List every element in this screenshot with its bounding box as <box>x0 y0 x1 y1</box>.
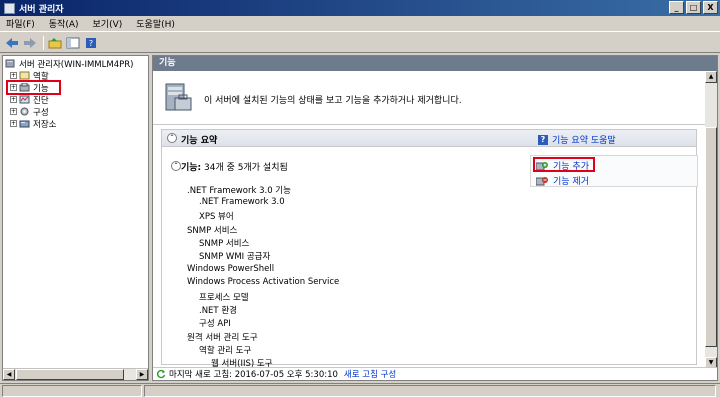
remove-features-link[interactable]: 기능 제거 <box>536 174 589 187</box>
window-controls: _ □ X <box>669 1 718 14</box>
page-title: 기능 <box>153 56 717 71</box>
features-summary-help-link[interactable]: ? 기능 요약 도움말 <box>538 133 616 146</box>
tree-item-diagnostics[interactable]: + 진단 <box>10 94 49 106</box>
refresh-icon[interactable] <box>156 369 166 379</box>
intro-text: 이 서버에 설치된 기능의 상태를 보고 기능을 추가하거나 제거합니다. <box>204 96 462 106</box>
tree-item-label: 구성 <box>33 107 49 118</box>
up-folder-button[interactable] <box>47 35 63 51</box>
close-button[interactable]: X <box>703 1 718 14</box>
tree-item-configuration[interactable]: + 구성 <box>10 106 49 118</box>
show-hide-tree-button[interactable] <box>65 35 81 51</box>
scroll-up-icon[interactable]: ▲ <box>705 71 717 83</box>
main-vertical-scrollbar[interactable]: ▲ ▼ <box>705 71 717 369</box>
help-button[interactable]: ? <box>83 35 99 51</box>
console-tree: 서버 관리자(WIN-IMMLM4PR) + 역할 + 기능 + 진단 + 구성… <box>2 55 149 381</box>
svg-text:?: ? <box>89 39 93 48</box>
scroll-right-icon[interactable]: ▶ <box>136 369 148 380</box>
menu-help[interactable]: 도움말(H) <box>136 17 175 30</box>
features-count-label: 기능: <box>181 163 202 173</box>
tree-item-label: 진단 <box>33 95 49 106</box>
features-count: 기능: 34개 중 5개가 설치됨 <box>181 160 288 173</box>
status-cell <box>2 385 142 397</box>
feature-item: SNMP 서비스 <box>199 239 250 249</box>
expand-icon[interactable]: + <box>10 108 17 115</box>
toolbar: ? <box>0 33 720 53</box>
tree-item-label: 저장소 <box>33 119 57 130</box>
feature-item: 구성 API <box>199 319 231 329</box>
help-link-label: 기능 요약 도움말 <box>552 136 616 146</box>
tree-root[interactable]: 서버 관리자(WIN-IMMLM4PR) <box>5 58 134 70</box>
tree-horizontal-scrollbar[interactable]: ◀ ▶ <box>3 368 148 380</box>
features-count-value: 34개 중 5개가 설치됨 <box>204 163 288 173</box>
help-icon: ? <box>538 134 548 145</box>
expand-icon[interactable]: + <box>10 96 17 103</box>
back-button[interactable] <box>4 35 20 51</box>
feature-item: SNMP WMI 공급자 <box>199 252 271 262</box>
scroll-thumb[interactable] <box>16 369 124 380</box>
features-summary-section: ⌃ 기능 요약 ? 기능 요약 도움말 ⌃ 기능: 34개 중 5개가 설치됨 … <box>161 129 698 369</box>
configure-refresh-link[interactable]: 새로 고침 구성 <box>344 368 396 380</box>
forward-arrow-icon <box>24 37 36 48</box>
feature-item: XPS 뷰어 <box>199 212 234 222</box>
console-tree-icon <box>66 37 80 48</box>
feature-item: Windows PowerShell <box>187 264 275 274</box>
menu-action[interactable]: 동작(A) <box>49 17 79 30</box>
server-icon <box>5 59 15 68</box>
forward-button[interactable] <box>22 35 38 51</box>
feature-item: .NET Framework 3.0 기능 <box>187 186 291 196</box>
roles-icon <box>19 71 30 80</box>
section-title: 기능 요약 <box>181 136 218 146</box>
scroll-thumb[interactable] <box>705 127 717 347</box>
intro-panel: 이 서버에 설치된 기능의 상태를 보고 기능을 추가하거나 제거합니다. <box>153 71 717 125</box>
feature-actions: 기능 추가 기능 제거 <box>530 155 698 187</box>
storage-icon <box>19 120 30 128</box>
add-features-highlight-box <box>533 157 595 172</box>
tree-item-storage[interactable]: + 저장소 <box>10 118 57 130</box>
remove-features-label: 기능 제거 <box>553 177 589 187</box>
feature-item: 프로세스 모델 <box>199 293 249 303</box>
back-arrow-icon <box>6 37 18 48</box>
feature-item: Windows Process Activation Service <box>187 277 340 287</box>
server-manager-icon <box>4 2 15 14</box>
feature-item: 역할 관리 도구 <box>199 346 252 356</box>
expand-icon[interactable]: + <box>10 72 17 79</box>
menu-file[interactable]: 파일(F) <box>6 17 35 30</box>
refresh-bar: 마지막 새로 고침: 2016-07-05 오후 5:30:10 새로 고침 구… <box>153 367 717 380</box>
menu-view[interactable]: 보기(V) <box>93 17 123 30</box>
status-cell <box>144 385 716 397</box>
title-bar: 서버 관리자 _ □ X <box>0 0 720 16</box>
features-toolbox-icon <box>165 83 192 111</box>
feature-item: SNMP 서비스 <box>187 226 238 236</box>
toolbar-separator <box>43 35 44 50</box>
menu-bar: 파일(F) 동작(A) 보기(V) 도움말(H) <box>0 16 720 32</box>
feature-item: .NET 환경 <box>199 306 237 316</box>
expand-icon[interactable]: + <box>10 120 17 127</box>
help-book-icon: ? <box>86 37 96 48</box>
tree-root-label: 서버 관리자(WIN-IMMLM4PR) <box>19 59 134 70</box>
last-refresh-text: 마지막 새로 고침: 2016-07-05 오후 5:30:10 <box>169 370 338 380</box>
section-header: ⌃ 기능 요약 ? 기능 요약 도움말 <box>162 130 696 147</box>
folder-up-icon <box>48 37 62 48</box>
collapse-icon[interactable]: ⌃ <box>167 133 177 143</box>
feature-item: .NET Framework 3.0 <box>199 197 285 207</box>
minimize-button[interactable]: _ <box>669 1 684 14</box>
configuration-icon <box>20 107 29 116</box>
window-title: 서버 관리자 <box>19 4 64 15</box>
main-pane: 기능 이 서버에 설치된 기능의 상태를 보고 기능을 추가하거나 제거합니다.… <box>152 55 718 381</box>
feature-item: 원격 서버 관리 도구 <box>187 333 258 343</box>
scroll-left-icon[interactable]: ◀ <box>3 369 15 380</box>
status-bar <box>0 383 720 397</box>
collapse-features-icon[interactable]: ⌃ <box>171 161 181 171</box>
maximize-button[interactable]: □ <box>686 1 701 14</box>
remove-feature-icon <box>536 176 548 185</box>
diagnostics-icon <box>19 95 30 104</box>
